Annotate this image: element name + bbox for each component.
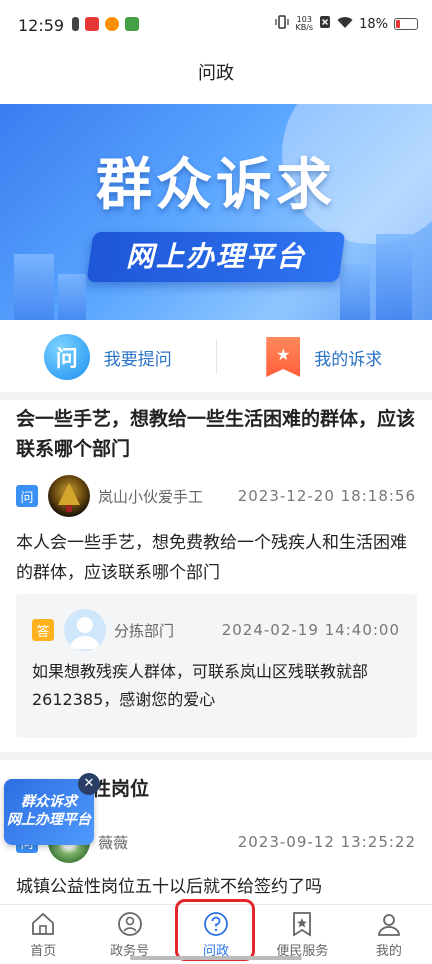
- ask-question-icon: 问: [43, 334, 90, 380]
- active-tab-highlight: [174, 899, 255, 961]
- no-sim-icon: [319, 15, 331, 33]
- banner-building: [58, 274, 86, 320]
- app-notification-icon: [125, 17, 139, 31]
- home-icon: [30, 911, 56, 937]
- post-content: 本人会一些手艺，想免费教给一个残疾人和生活困难的群体，应该联系哪个部门: [16, 533, 407, 583]
- tab-label: 我的: [375, 944, 402, 959]
- banner[interactable]: 群众诉求 网上办理平台: [0, 104, 432, 320]
- post-title[interactable]: 性岗位: [92, 774, 392, 804]
- author-name: 薇薇: [98, 833, 129, 852]
- my-appeals-label: 我的诉求: [314, 349, 383, 370]
- ask-question-button[interactable]: 问 我要提问: [0, 334, 216, 380]
- banner-subtitle: 网上办理平台: [125, 240, 306, 273]
- bottom-tab-bar: 首页 政务号 问政 便民服务 我的: [0, 899, 432, 964]
- net-speed: 103 KB/s: [295, 16, 313, 32]
- status-bar: 12:59 103 KB/s 18%: [0, 0, 432, 50]
- close-icon[interactable]: ✕: [78, 773, 100, 795]
- question-tag: 问: [16, 485, 38, 507]
- star-bookmark-icon: ★: [266, 337, 301, 377]
- banner-building: [14, 254, 54, 320]
- section-separator: [0, 752, 432, 760]
- floating-promo-line2: 网上办理平台: [7, 812, 91, 828]
- post-title[interactable]: 会一些手艺，想教给一些生活困难的群体，应该联系哪个部门: [16, 404, 416, 464]
- ask-question-label: 我要提问: [103, 349, 172, 370]
- news-app-icon: [85, 17, 99, 31]
- reply-box[interactable]: 答 分拣部门 2024-02-19 14:40:00 如果想教残疾人群体，可联系…: [16, 594, 417, 738]
- reply-meta: 答 分拣部门 2024-02-19 14:40:00: [32, 609, 400, 651]
- page-title: 问政: [198, 63, 234, 84]
- avatar[interactable]: [48, 475, 90, 517]
- my-appeals-button[interactable]: ★ 我的诉求: [217, 337, 432, 377]
- section-separator: [0, 392, 432, 400]
- vibrate-icon: [275, 15, 290, 33]
- home-indicator[interactable]: [130, 956, 302, 960]
- weibo-icon: [105, 17, 119, 31]
- action-row: 问 我要提问 ★ 我的诉求: [0, 322, 432, 392]
- gov-account-icon: [117, 911, 143, 937]
- battery-icon: [394, 18, 418, 30]
- floating-promo[interactable]: 群众诉求 网上办理平台 ✕: [4, 773, 100, 845]
- battery-percent: 18%: [359, 16, 388, 32]
- service-star-icon: [289, 911, 315, 937]
- banner-building: [340, 264, 370, 320]
- reply-author: 分拣部门: [114, 621, 175, 640]
- author-name: 岚山小伙爱手工: [98, 487, 204, 506]
- reply-content: 如果想教残疾人群体，可联系岚山区残联教就部2612385，感谢您的爱心: [32, 662, 369, 709]
- list-item[interactable]: 会一些手艺，想教给一些生活困难的群体，应该联系哪个部门 问 岚山小伙爱手工 20…: [0, 400, 432, 746]
- net-speed-unit: KB/s: [295, 23, 314, 32]
- wifi-icon: [337, 16, 353, 33]
- post-date: 2023-09-12 13:25:22: [237, 833, 416, 851]
- post-meta: 问 岚山小伙爱手工 2023-12-20 18:18:56: [16, 475, 416, 517]
- sim-icon: [72, 17, 79, 31]
- post-date: 2023-12-20 18:18:56: [237, 487, 416, 505]
- notification-icons: [72, 17, 139, 31]
- banner-title: 群众诉求: [96, 153, 336, 218]
- status-time: 12:59: [18, 16, 65, 35]
- post-content: 城镇公益性岗位五十以后就不给签约了吗: [16, 877, 322, 897]
- tab-mine[interactable]: 我的: [346, 905, 432, 964]
- user-icon: [376, 911, 402, 937]
- status-right: 103 KB/s 18%: [275, 15, 418, 33]
- banner-building: [376, 234, 412, 320]
- answer-tag: 答: [32, 619, 54, 641]
- tab-home[interactable]: 首页: [0, 905, 86, 964]
- tab-label: 首页: [30, 944, 57, 959]
- avatar: [64, 609, 106, 651]
- floating-promo-line1: 群众诉求: [21, 794, 77, 810]
- reply-date: 2024-02-19 14:40:00: [221, 621, 400, 639]
